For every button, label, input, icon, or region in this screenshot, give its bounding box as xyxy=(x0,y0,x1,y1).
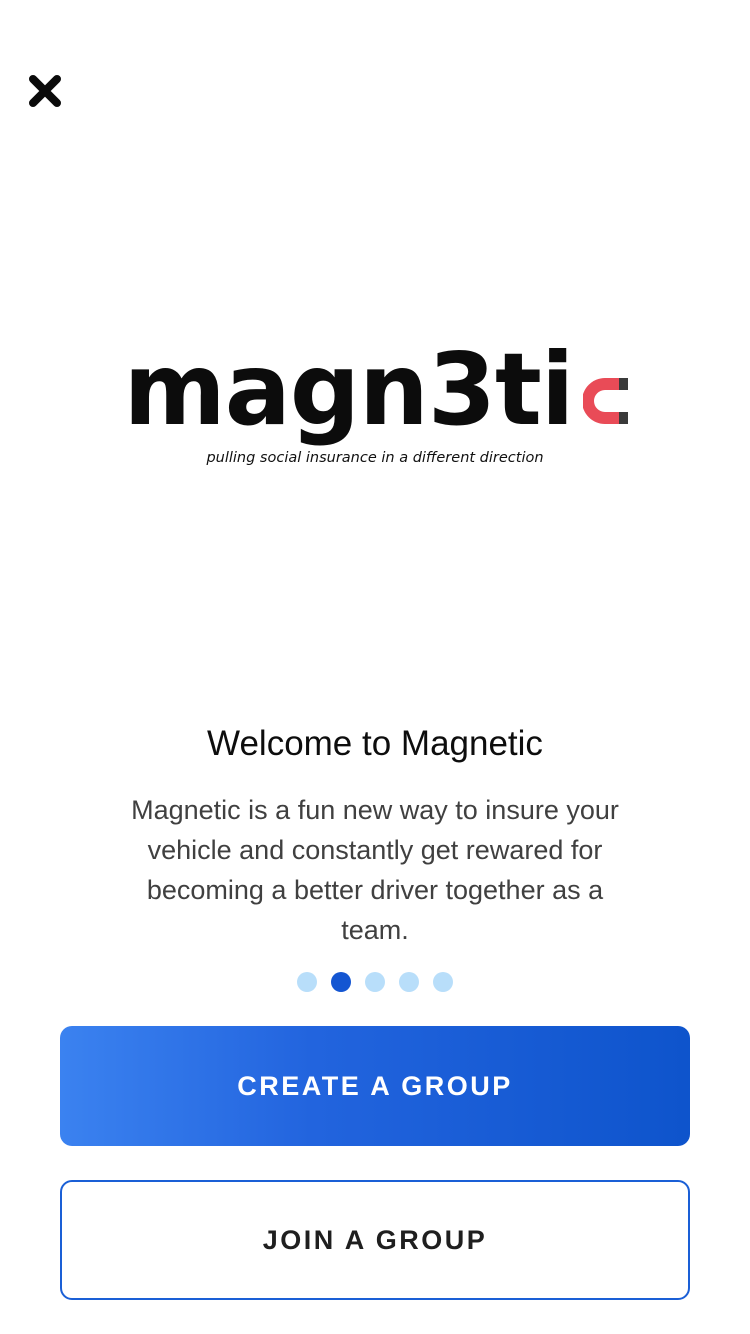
join-group-button[interactable]: JOIN A GROUP xyxy=(60,1180,690,1300)
page-dot-2[interactable] xyxy=(331,972,351,992)
page-dot-5[interactable] xyxy=(433,972,453,992)
magnet-icon xyxy=(582,378,628,424)
close-button[interactable] xyxy=(26,72,64,110)
logo-wordmark-text: magn3ti xyxy=(124,331,575,448)
page-indicator xyxy=(0,972,750,992)
create-group-label: CREATE A GROUP xyxy=(237,1070,513,1101)
logo-tagline: pulling social insurance in a different … xyxy=(206,450,544,466)
app-logo: magn3ti pulling social insurance in a di… xyxy=(0,330,750,480)
welcome-description: Magnetic is a fun new way to insure your… xyxy=(131,795,619,945)
create-group-button[interactable]: CREATE A GROUP xyxy=(60,1026,690,1146)
close-icon xyxy=(29,75,61,107)
page-dot-1[interactable] xyxy=(297,972,317,992)
page-dot-3[interactable] xyxy=(365,972,385,992)
join-group-label: JOIN A GROUP xyxy=(262,1224,488,1255)
page-dot-4[interactable] xyxy=(399,972,419,992)
logo-wordmark: magn3ti xyxy=(119,330,630,440)
welcome-title: Welcome to Magnetic xyxy=(207,724,543,763)
